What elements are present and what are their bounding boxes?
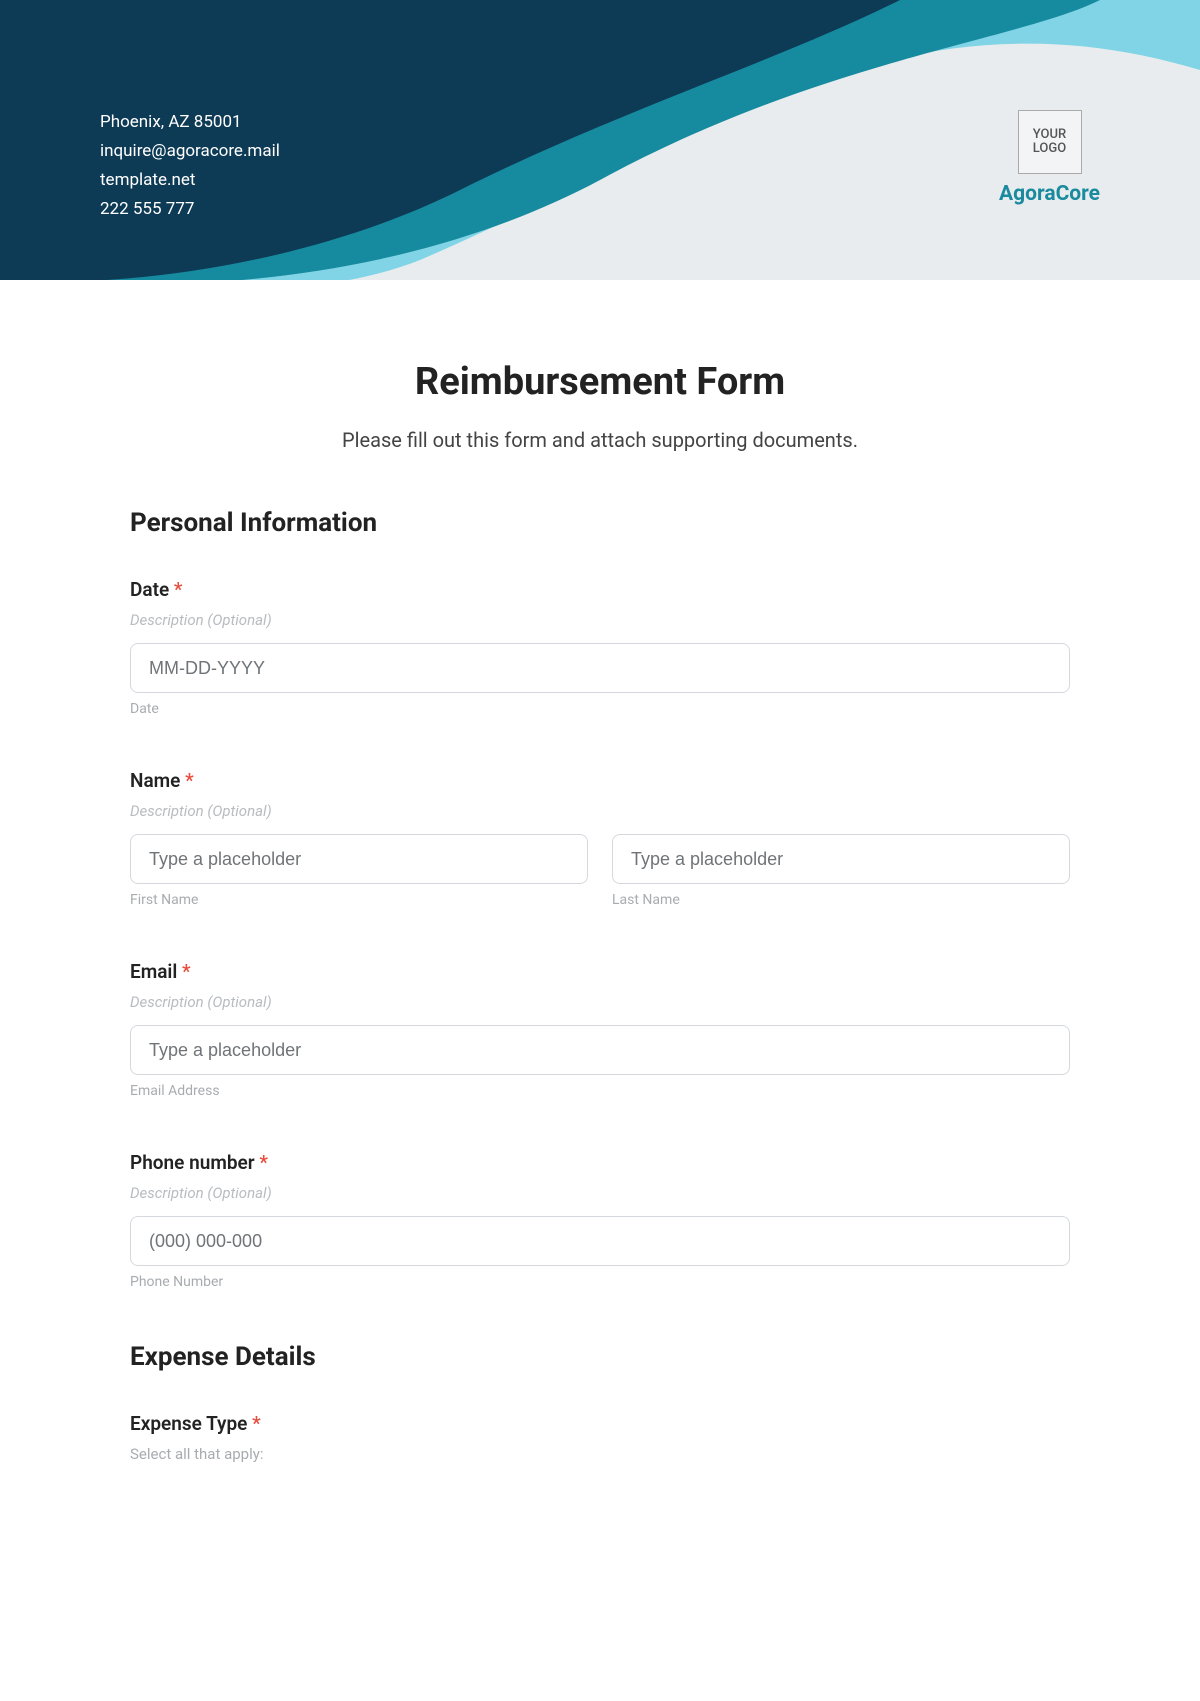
email-desc: Description (Optional) (130, 993, 1070, 1011)
header-address: Phoenix, AZ 85001 (100, 108, 280, 137)
page-header: Phoenix, AZ 85001 inquire@agoracore.mail… (0, 0, 1200, 280)
field-expense-type: Expense Type * Select all that apply: (130, 1412, 1070, 1463)
phone-hint: Phone Number (130, 1274, 1070, 1290)
expense-type-hint: Select all that apply: (130, 1445, 1070, 1463)
brand-name: AgoraCore (999, 182, 1100, 206)
form-main: Reimbursement Form Please fill out this … (0, 280, 1200, 1503)
email-hint: Email Address (130, 1083, 1070, 1099)
form-subtitle: Please fill out this form and attach sup… (130, 428, 1070, 452)
field-date: Date * Description (Optional) Date (130, 578, 1070, 717)
required-asterisk: * (252, 1412, 261, 1435)
date-input[interactable] (130, 643, 1070, 693)
required-asterisk: * (174, 578, 183, 601)
header-email: inquire@agoracore.mail (100, 137, 280, 166)
field-name: Name * Description (Optional) First Name… (130, 769, 1070, 908)
required-asterisk: * (182, 960, 191, 983)
header-brand-block: YOUR LOGO AgoraCore (999, 110, 1100, 206)
date-hint: Date (130, 701, 1070, 717)
date-label-text: Date (130, 578, 169, 601)
first-name-input[interactable] (130, 834, 588, 884)
section-personal-heading: Personal Information (130, 508, 1070, 538)
last-name-input[interactable] (612, 834, 1070, 884)
date-label: Date * (130, 578, 1070, 601)
phone-desc: Description (Optional) (130, 1184, 1070, 1202)
name-desc: Description (Optional) (130, 802, 1070, 820)
last-name-hint: Last Name (612, 892, 1070, 908)
name-label-text: Name (130, 769, 180, 792)
expense-type-label: Expense Type * (130, 1412, 1070, 1435)
first-name-hint: First Name (130, 892, 588, 908)
phone-label-text: Phone number (130, 1151, 255, 1174)
logo-placeholder: YOUR LOGO (1018, 110, 1082, 174)
header-contact: Phoenix, AZ 85001 inquire@agoracore.mail… (100, 108, 280, 224)
name-label: Name * (130, 769, 1070, 792)
email-label: Email * (130, 960, 1070, 983)
email-label-text: Email (130, 960, 177, 983)
date-desc: Description (Optional) (130, 611, 1070, 629)
header-website: template.net (100, 166, 280, 195)
required-asterisk: * (259, 1151, 268, 1174)
phone-input[interactable] (130, 1216, 1070, 1266)
header-phone: 222 555 777 (100, 195, 280, 224)
phone-label: Phone number * (130, 1151, 1070, 1174)
field-phone: Phone number * Description (Optional) Ph… (130, 1151, 1070, 1290)
required-asterisk: * (185, 769, 194, 792)
field-email: Email * Description (Optional) Email Add… (130, 960, 1070, 1099)
expense-type-label-text: Expense Type (130, 1412, 247, 1435)
email-input[interactable] (130, 1025, 1070, 1075)
section-expense-heading: Expense Details (130, 1342, 1070, 1372)
form-title: Reimbursement Form (130, 360, 1070, 404)
